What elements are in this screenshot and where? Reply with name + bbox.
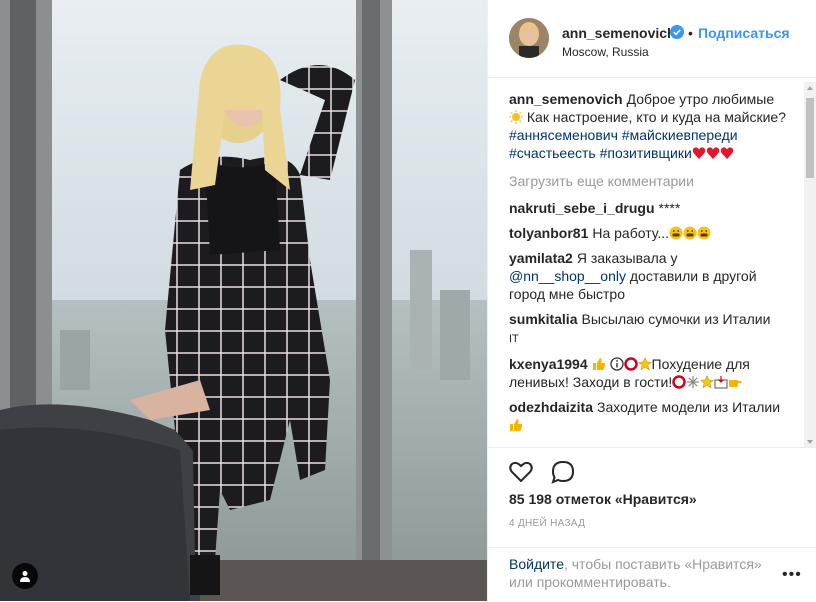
scroll-up-arrow-icon[interactable] bbox=[804, 82, 816, 94]
post-actions: 85 198 отметок «Нравится» 4 ДНЕЙ НАЗАД bbox=[488, 447, 816, 560]
comment-username[interactable]: tolyanbor81 bbox=[509, 225, 588, 241]
post-header: ann_semenovich • Подписаться Moscow, Rus… bbox=[488, 0, 816, 78]
star-emoji-icon bbox=[700, 375, 715, 389]
comment-text: Заходите модели из Италии bbox=[597, 399, 781, 415]
login-link[interactable]: Войдите bbox=[509, 556, 564, 572]
scrollbar-thumb[interactable] bbox=[806, 98, 814, 178]
info-emoji-icon bbox=[609, 357, 624, 371]
verified-badge-icon bbox=[670, 25, 684, 39]
post-location[interactable]: Moscow, Russia bbox=[562, 45, 649, 59]
comment-text: **** bbox=[658, 200, 681, 216]
comment-username[interactable]: nakruti_sebe_i_drugu bbox=[509, 200, 655, 216]
avatar[interactable] bbox=[509, 18, 549, 58]
post-photo[interactable] bbox=[0, 0, 487, 601]
comment-text: Я заказывала у bbox=[576, 250, 678, 266]
grin-emoji-icon bbox=[669, 226, 683, 240]
comment-item: sumkitalia Высылаю сумочки из Италии IT bbox=[509, 310, 794, 348]
comment-username[interactable]: kxenya1994 bbox=[509, 356, 588, 372]
heart-emoji-icon bbox=[720, 147, 734, 159]
comment-item: yamilata2 Я заказывала у @nn__shop__only … bbox=[509, 249, 794, 303]
hashtag-link[interactable]: #позитивщики bbox=[600, 145, 692, 161]
grin-emoji-icon bbox=[683, 226, 697, 240]
heart-icon[interactable] bbox=[508, 459, 534, 485]
hashtag-link[interactable]: #аннясеменович bbox=[509, 127, 618, 143]
comment-username[interactable]: odezhdaizita bbox=[509, 399, 593, 415]
comment-item: nakruti_sebe_i_drugu **** bbox=[509, 199, 794, 217]
thumbs-up-emoji-icon bbox=[592, 358, 605, 370]
load-more-comments-button[interactable]: Загрузить еще комментарии bbox=[509, 172, 794, 190]
more-options-button[interactable]: ••• bbox=[782, 566, 802, 584]
heart-emoji-icon bbox=[706, 147, 720, 159]
comment-text: Похудение для bbox=[651, 356, 750, 372]
follow-button[interactable]: Подписаться bbox=[698, 25, 790, 41]
comment-text: ленивых! Заходи в гости! bbox=[509, 374, 673, 390]
comment-icon[interactable] bbox=[550, 459, 576, 485]
post-username[interactable]: ann_semenovich bbox=[562, 25, 676, 41]
inbox-emoji-icon bbox=[714, 376, 728, 389]
comment-username[interactable]: sumkitalia bbox=[509, 311, 577, 327]
login-prompt: Войдите, чтобы поставить «Нравится» или … bbox=[509, 555, 769, 591]
red-circle-emoji-icon bbox=[623, 357, 638, 371]
thumbs-up-emoji-icon bbox=[510, 419, 523, 431]
comment-text: На работу... bbox=[592, 225, 670, 241]
hashtag-link[interactable]: #счастьеесть bbox=[509, 145, 596, 161]
post-footer: Войдите, чтобы поставить «Нравится» или … bbox=[488, 547, 816, 602]
point-right-emoji-icon bbox=[729, 380, 742, 387]
comment-username[interactable]: yamilata2 bbox=[509, 250, 573, 266]
post-side-panel: ann_semenovich • Подписаться Moscow, Rus… bbox=[487, 0, 816, 601]
likes-count[interactable]: 85 198 отметок «Нравится» bbox=[509, 491, 697, 507]
comments-scrollbar[interactable] bbox=[804, 82, 816, 448]
sun-emoji-icon bbox=[509, 110, 523, 124]
caption-text: Доброе утро любимые bbox=[626, 91, 775, 107]
red-circle-emoji-icon bbox=[672, 375, 687, 389]
mention-link[interactable]: @nn__shop__only bbox=[509, 268, 626, 284]
caption-username[interactable]: ann_semenovich bbox=[509, 91, 623, 107]
comment-text: Высылаю сумочки из Италии bbox=[581, 311, 771, 327]
comment-item: odezhdaizita Заходите модели из Италии bbox=[509, 398, 794, 434]
heart-emoji-icon bbox=[692, 147, 706, 159]
star-emoji-icon bbox=[637, 357, 652, 371]
user-tag-icon[interactable] bbox=[12, 563, 38, 589]
caption: ann_semenovich Доброе утро любимые Как на… bbox=[509, 90, 794, 162]
hashtag-link[interactable]: #майскиевпереди bbox=[622, 127, 738, 143]
photo-image bbox=[0, 0, 487, 601]
separator-dot: • bbox=[688, 25, 693, 41]
sparkle-emoji-icon bbox=[687, 376, 700, 388]
caption-text-2: Как настроение, кто и куда на майские? bbox=[526, 109, 786, 125]
comments-list: ann_semenovich Доброе утро любимые Как на… bbox=[509, 90, 794, 446]
comment-item: tolyanbor81 На работу... bbox=[509, 224, 794, 242]
comment-flag-text: IT bbox=[509, 333, 519, 345]
comment-item: kxenya1994 Похудение для ленивых! Заходи… bbox=[509, 355, 794, 391]
grin-emoji-icon bbox=[697, 226, 711, 240]
post-timestamp[interactable]: 4 ДНЕЙ НАЗАД bbox=[509, 518, 585, 529]
